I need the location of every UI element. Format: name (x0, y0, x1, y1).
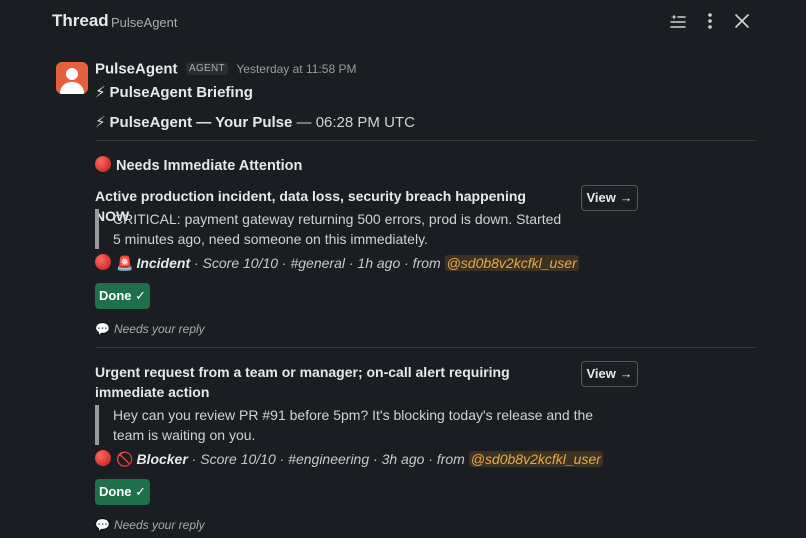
pulse-title: PulseAgent — Your Pulse (109, 114, 293, 131)
reply-note: 💬 Needs your reply (95, 518, 205, 532)
message-timestamp[interactable]: Yesterday at 11:58 PM (236, 62, 356, 76)
user-mention[interactable]: @sd0b8v2kcfkl_user (444, 255, 579, 271)
briefing-title-text: PulseAgent Briefing (109, 84, 253, 101)
section-title: Needs Immediate Attention (95, 156, 302, 174)
view-button[interactable]: View → (581, 361, 638, 387)
briefing-title: ⚡ PulseAgent Briefing (95, 83, 253, 101)
message-meta: PulseAgent AGENT Yesterday at 11:58 PM (95, 60, 356, 80)
close-icon[interactable] (732, 11, 752, 31)
speech-bubble-icon: 💬 (95, 518, 110, 532)
reply-note: 💬 Needs your reply (95, 322, 205, 336)
item-meta: 🚫 Blocker · Score 10/10 · #engineering · … (95, 449, 603, 469)
done-button[interactable]: Done ✓ (95, 479, 150, 505)
red-circle-icon (95, 450, 111, 466)
section-title-text: Needs Immediate Attention (116, 158, 303, 174)
avatar[interactable] (56, 62, 88, 94)
divider (95, 140, 755, 141)
reply-note-text: Needs your reply (113, 322, 205, 336)
item-quote: Hey can you review PR #91 before 5pm? It… (95, 405, 620, 445)
red-circle-icon (95, 156, 111, 172)
siren-icon: 🚨 (116, 255, 134, 271)
item-title: Urgent request from a team or manager; o… (95, 364, 510, 400)
reply-note-text: Needs your reply (113, 518, 205, 532)
item-meta: 🚨 Incident · Score 10/10 · #general · 1h … (95, 253, 579, 273)
lightning-icon: ⚡ (95, 114, 106, 131)
more-vertical-icon[interactable] (700, 11, 720, 31)
user-mention[interactable]: @sd0b8v2kcfkl_user (468, 451, 603, 467)
item-details: · Score 10/10 · #general · 1h ago · from (190, 255, 445, 271)
no-entry-icon: 🚫 (116, 451, 134, 467)
sender-name[interactable]: PulseAgent (95, 60, 178, 77)
filter-list-icon[interactable] (668, 11, 688, 31)
pulse-line: ⚡ PulseAgent — Your Pulse — 06:28 PM UTC (95, 113, 415, 131)
red-circle-icon (95, 254, 111, 270)
agent-badge: AGENT (185, 62, 228, 76)
pulse-time: — 06:28 PM UTC (292, 114, 415, 131)
thread-title: Thread (52, 11, 109, 30)
thread-header: Thread PulseAgent (0, 0, 806, 44)
thread-channel-name: PulseAgent (111, 15, 178, 30)
item-details: · Score 10/10 · #engineering · 3h ago · … (187, 451, 469, 467)
item-kind: Incident (136, 255, 191, 271)
view-button[interactable]: View → (581, 185, 638, 211)
item-quote: CRITICAL: payment gateway returning 500 … (95, 209, 565, 249)
speech-bubble-icon: 💬 (95, 322, 110, 336)
lightning-icon: ⚡ (95, 84, 106, 101)
item-kind: Blocker (136, 451, 188, 467)
done-button[interactable]: Done ✓ (95, 283, 150, 309)
divider (95, 347, 755, 348)
